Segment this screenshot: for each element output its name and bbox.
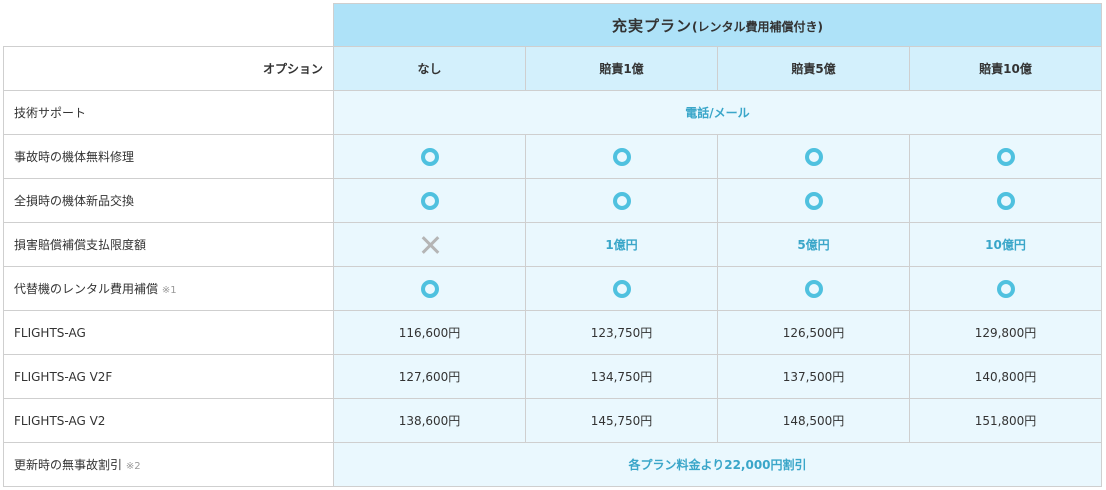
- v2-price-5: 148,500円: [717, 398, 910, 443]
- exchange-cell-none: [333, 178, 526, 223]
- exchange-cell-1: [525, 178, 718, 223]
- row-label-v2: FLIGHTS-AG V2: [3, 398, 334, 443]
- row-label-rental: 代替機のレンタル費用補償: [14, 282, 159, 296]
- option-label: オプション: [3, 46, 334, 91]
- ag-price-5: 126,500円: [717, 310, 910, 355]
- circle-icon: [420, 191, 439, 210]
- v2f-price-10: 140,800円: [909, 354, 1102, 399]
- note-marker-1: ※1: [161, 285, 177, 296]
- circle-icon: [804, 279, 823, 298]
- exchange-cell-10: [909, 178, 1102, 223]
- ag-price-none: 116,600円: [333, 310, 526, 355]
- plan-title: 充実プラン: [612, 16, 693, 35]
- table-row-ag: FLIGHTS-AG 116,600円 123,750円 126,500円 12…: [3, 310, 1102, 355]
- repair-cell-none: [333, 134, 526, 179]
- option-column-liability-5: 賠責5億: [717, 46, 910, 91]
- circle-icon: [996, 191, 1015, 210]
- row-label-ag: FLIGHTS-AG: [3, 310, 334, 355]
- exchange-cell-5: [717, 178, 910, 223]
- table-row-support: 技術サポート 電話/メール: [3, 90, 1102, 135]
- repair-cell-5: [717, 134, 910, 179]
- circle-icon: [420, 147, 439, 166]
- liability-value-5: 5億円: [717, 222, 910, 267]
- table-row-liability: 損害賠償補償支払限度額 1億円 5億円 10億円: [3, 222, 1102, 267]
- option-column-liability-1: 賠責1億: [525, 46, 718, 91]
- option-column-none: なし: [333, 46, 526, 91]
- v2f-price-5: 137,500円: [717, 354, 910, 399]
- v2-price-10: 151,800円: [909, 398, 1102, 443]
- option-header-row: オプション なし 賠責1億 賠責5億 賠責10億: [3, 46, 1102, 91]
- ag-price-1: 123,750円: [525, 310, 718, 355]
- table-row-renewal: 更新時の無事故割引 ※2 各プラン料金より22,000円割引: [3, 442, 1102, 487]
- corner-blank: [4, 4, 334, 47]
- circle-icon: [612, 279, 631, 298]
- plan-header-row: 充実プラン(レンタル費用補償付き): [4, 3, 1102, 47]
- circle-icon: [804, 147, 823, 166]
- ag-price-10: 129,800円: [909, 310, 1102, 355]
- circle-icon: [612, 191, 631, 210]
- row-label-v2f: FLIGHTS-AG V2F: [3, 354, 334, 399]
- rental-cell-1: [525, 266, 718, 311]
- cross-icon: [421, 236, 439, 254]
- plan-comparison-table-wrapper: 充実プラン(レンタル費用補償付き) オプション なし 賠責1億 賠責5億 賠責1…: [3, 3, 1102, 487]
- plan-title-cell: 充実プラン(レンタル費用補償付き): [333, 3, 1102, 47]
- circle-icon: [804, 191, 823, 210]
- row-label-exchange: 全損時の機体新品交換: [3, 178, 334, 223]
- row-label-support: 技術サポート: [3, 90, 334, 135]
- liability-value-10: 10億円: [909, 222, 1102, 267]
- table-row-rental: 代替機のレンタル費用補償 ※1: [3, 266, 1102, 311]
- v2-price-none: 138,600円: [333, 398, 526, 443]
- circle-icon: [420, 279, 439, 298]
- repair-cell-10: [909, 134, 1102, 179]
- rental-cell-10: [909, 266, 1102, 311]
- v2f-price-1: 134,750円: [525, 354, 718, 399]
- note-marker-2: ※2: [125, 461, 141, 472]
- plan-subtitle: (レンタル費用補償付き): [692, 19, 823, 34]
- table-row-v2: FLIGHTS-AG V2 138,600円 145,750円 148,500円…: [3, 398, 1102, 443]
- option-column-liability-10: 賠責10億: [909, 46, 1102, 91]
- table-row-exchange: 全損時の機体新品交換: [3, 178, 1102, 223]
- liability-value-1: 1億円: [525, 222, 718, 267]
- row-label-renewal: 更新時の無事故割引: [14, 458, 123, 472]
- row-label-renewal-cell: 更新時の無事故割引 ※2: [3, 442, 334, 487]
- renewal-discount-value: 各プラン料金より22,000円割引: [333, 442, 1102, 487]
- v2f-price-none: 127,600円: [333, 354, 526, 399]
- circle-icon: [996, 147, 1015, 166]
- liability-cell-none: [333, 222, 526, 267]
- v2-price-1: 145,750円: [525, 398, 718, 443]
- repair-cell-1: [525, 134, 718, 179]
- row-label-rental-cell: 代替機のレンタル費用補償 ※1: [3, 266, 334, 311]
- row-label-repair: 事故時の機体無料修理: [3, 134, 334, 179]
- circle-icon: [996, 279, 1015, 298]
- support-value: 電話/メール: [333, 90, 1102, 135]
- table-row-v2f: FLIGHTS-AG V2F 127,600円 134,750円 137,500…: [3, 354, 1102, 399]
- table-row-repair: 事故時の機体無料修理: [3, 134, 1102, 179]
- plan-comparison-table: 充実プラン(レンタル費用補償付き) オプション なし 賠責1億 賠責5億 賠責1…: [3, 3, 1102, 487]
- rental-cell-none: [333, 266, 526, 311]
- rental-cell-5: [717, 266, 910, 311]
- row-label-liability: 損害賠償補償支払限度額: [3, 222, 334, 267]
- circle-icon: [612, 147, 631, 166]
